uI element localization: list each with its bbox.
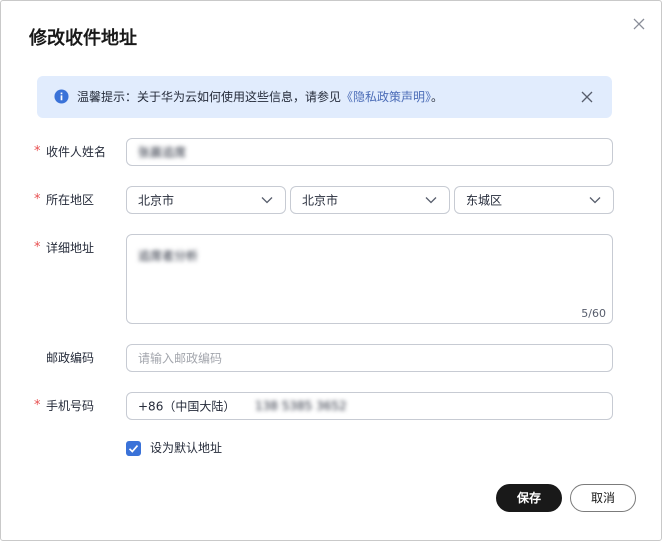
dialog-title: 修改收件地址 — [29, 28, 137, 49]
chevron-down-icon — [425, 197, 437, 204]
required-mark: * — [34, 144, 41, 159]
required-mark: * — [34, 398, 41, 413]
address-label: * 详细地址 — [34, 240, 95, 256]
privacy-policy-link[interactable]: 《隐私政策声明》 — [341, 90, 431, 104]
privacy-notice: 温馨提示：关于华为云如何使用这些信息，请参见《隐私政策声明》。 — [37, 76, 612, 118]
char-counter: 5/60 — [581, 307, 606, 320]
notice-text: 温馨提示：关于华为云如何使用这些信息，请参见《隐私政策声明》。 — [77, 89, 443, 105]
required-mark: * — [34, 240, 41, 255]
postcode-placeholder: 请输入邮政编码 — [138, 351, 223, 366]
cancel-button[interactable]: 取消 — [570, 484, 636, 512]
required-mark: * — [34, 192, 41, 207]
notice-prefix: 温馨提示：关于华为云如何使用这些信息，请参见 — [77, 90, 342, 104]
default-address-checkbox[interactable] — [126, 441, 141, 456]
city-select[interactable]: 北京市 — [290, 186, 450, 214]
region-label-text: 所在地区 — [46, 193, 95, 207]
close-icon[interactable] — [629, 14, 649, 34]
city-value: 北京市 — [302, 193, 339, 208]
detailed-address-textarea[interactable]: 追席者分析 5/60 — [126, 234, 613, 324]
notice-close-icon[interactable] — [580, 90, 594, 104]
phone-label: * 手机号码 — [34, 398, 95, 414]
name-label: * 收件人姓名 — [34, 144, 107, 160]
notice-suffix: 。 — [431, 90, 444, 104]
phone-number-value: 138 5385 3652 — [255, 399, 347, 413]
default-address-label[interactable]: 设为默认地址 — [150, 441, 222, 456]
detailed-address-value: 追席者分析 — [138, 249, 199, 263]
chevron-down-icon — [261, 197, 273, 204]
address-label-text: 详细地址 — [46, 241, 95, 255]
info-icon — [54, 89, 69, 104]
postcode-input[interactable]: 请输入邮政编码 — [126, 344, 613, 372]
district-select[interactable]: 东城区 — [454, 186, 614, 214]
save-button[interactable]: 保存 — [496, 484, 562, 512]
name-label-text: 收件人姓名 — [46, 145, 107, 159]
recipient-name-value: 张晨追席 — [138, 145, 187, 160]
region-label: * 所在地区 — [34, 192, 95, 208]
phone-label-text: 手机号码 — [46, 399, 95, 413]
edit-address-dialog: 修改收件地址 温馨提示：关于华为云如何使用这些信息，请参见《隐私政策声明》。 *… — [0, 0, 662, 541]
postcode-label-text: 邮政编码 — [46, 351, 95, 365]
province-select[interactable]: 北京市 — [126, 186, 286, 214]
phone-input[interactable]: +86（中国大陆） 138 5385 3652 — [126, 392, 613, 420]
postcode-label: 邮政编码 — [46, 350, 94, 366]
country-code-selector[interactable]: +86（中国大陆） — [138, 398, 235, 415]
province-value: 北京市 — [138, 193, 175, 208]
recipient-name-input[interactable]: 张晨追席 — [126, 138, 613, 166]
chevron-down-icon — [589, 197, 601, 204]
check-icon — [128, 445, 139, 453]
district-value: 东城区 — [466, 193, 503, 208]
